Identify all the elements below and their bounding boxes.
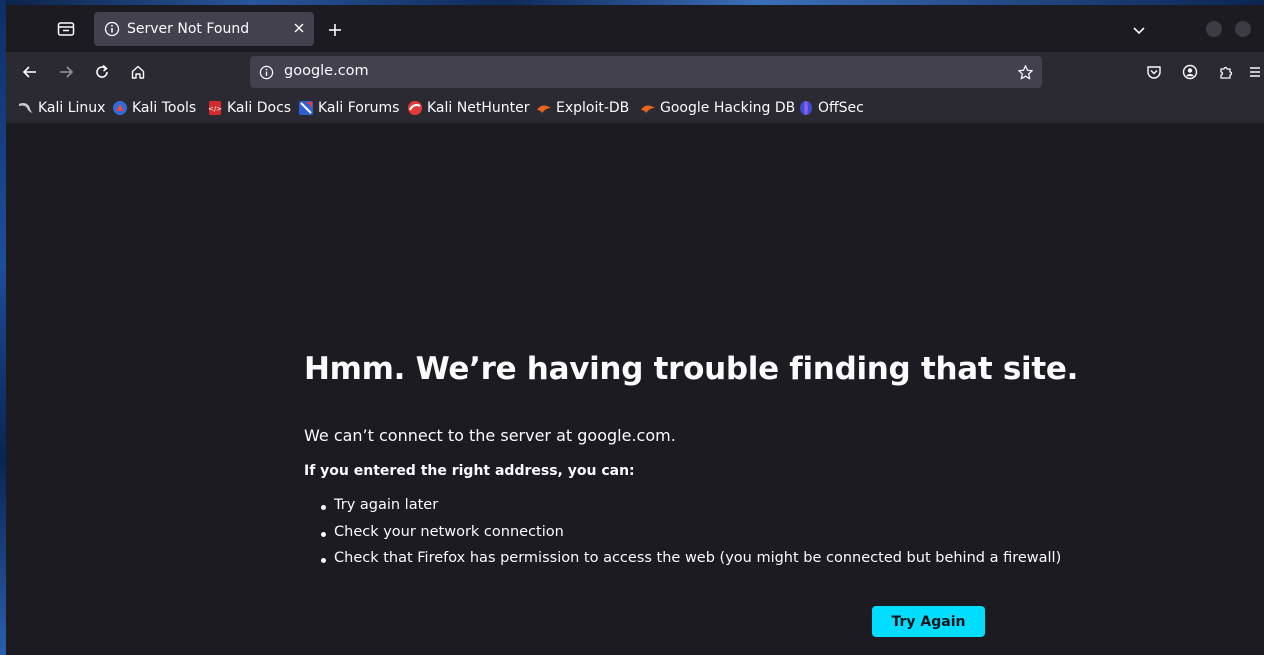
bookmark-kali-nethunter[interactable]: Kali NetHunter	[407, 99, 529, 117]
reload-icon	[96, 64, 108, 78]
address-bar[interactable]: google.com	[250, 56, 1042, 88]
bookmark-label: Kali Linux	[38, 100, 106, 116]
kali-tools-icon	[112, 100, 128, 116]
bookmark-kali-docs[interactable]: </> Kali Docs	[207, 99, 291, 117]
extensions-button[interactable]	[1214, 60, 1238, 84]
kali-docs-icon: </>	[207, 100, 223, 116]
pocket-icon	[1147, 66, 1161, 79]
browser-window: Server Not Found google.com Kali Linux K…	[6, 5, 1264, 655]
bookmark-label: Kali Docs	[227, 100, 292, 116]
firefox-view-button[interactable]	[54, 18, 78, 40]
puzzle-piece-icon	[1220, 66, 1233, 79]
bookmark-label: Kali NetHunter	[427, 100, 530, 116]
home-icon	[131, 65, 145, 79]
bookmark-kali-tools[interactable]: Kali Tools	[112, 99, 196, 117]
minimize-window-button[interactable]	[1206, 21, 1222, 37]
bookmark-label: Kali Forums	[318, 100, 400, 116]
bookmark-google-hacking-db[interactable]: Google Hacking DB	[640, 99, 795, 117]
list-item: Check your network connection	[304, 524, 1061, 551]
firefox-view-icon	[57, 22, 75, 36]
bookmark-label: Kali Tools	[132, 100, 197, 116]
navigation-toolbar: google.com	[6, 52, 1264, 92]
list-item: Try again later	[304, 497, 1061, 524]
maximize-window-button[interactable]	[1235, 21, 1251, 37]
bookmark-label: OffSec	[818, 100, 864, 116]
list-all-tabs-button[interactable]	[1130, 21, 1148, 39]
error-suggestions-heading: If you entered the right address, you ca…	[304, 463, 635, 479]
bookmark-label: Exploit-DB	[556, 100, 630, 116]
bookmarks-toolbar: Kali Linux Kali Tools </> Kali Docs Kali…	[6, 92, 1264, 124]
error-suggestions-list: Try again later Check your network conne…	[304, 497, 1061, 577]
error-page: Hmm. We’re having trouble finding that s…	[6, 123, 1264, 655]
forward-arrow-icon	[60, 66, 74, 78]
bookmark-exploit-db[interactable]: Exploit-DB	[536, 99, 629, 117]
plus-icon	[329, 24, 341, 36]
bookmark-kali-linux[interactable]: Kali Linux	[18, 99, 105, 117]
chevron-down-icon	[1133, 27, 1145, 35]
exploit-db-icon	[536, 100, 552, 116]
offsec-icon	[798, 100, 814, 116]
kali-dragon-icon	[18, 100, 34, 116]
svg-text:</>: </>	[208, 105, 222, 113]
error-title: Hmm. We’re having trouble finding that s…	[304, 351, 1079, 387]
nethunter-icon	[407, 100, 423, 116]
info-icon	[104, 21, 120, 37]
close-tab-icon[interactable]	[292, 21, 306, 35]
site-info-icon[interactable]	[258, 64, 274, 80]
account-button[interactable]	[1178, 60, 1202, 84]
new-tab-button[interactable]	[325, 20, 345, 40]
error-description: We can’t connect to the server at google…	[304, 426, 676, 445]
kali-forums-icon	[298, 100, 314, 116]
forward-button[interactable]	[54, 60, 78, 84]
reload-button[interactable]	[90, 60, 114, 84]
back-arrow-icon	[22, 66, 36, 78]
bookmark-offsec[interactable]: OffSec	[798, 99, 864, 117]
back-button[interactable]	[18, 60, 42, 84]
tab-server-not-found[interactable]: Server Not Found	[94, 12, 314, 46]
bookmark-label: Google Hacking DB	[660, 100, 796, 116]
try-again-button[interactable]: Try Again	[872, 606, 985, 637]
url-text[interactable]: google.com	[284, 63, 369, 79]
home-button[interactable]	[126, 60, 150, 84]
account-icon	[1182, 64, 1198, 80]
hamburger-menu-icon	[1250, 67, 1260, 77]
app-menu-button[interactable]	[1242, 60, 1264, 84]
bookmark-kali-forums[interactable]: Kali Forums	[298, 99, 399, 117]
bookmark-star-icon[interactable]	[1016, 63, 1034, 81]
pocket-button[interactable]	[1142, 60, 1166, 84]
tab-strip: Server Not Found	[6, 5, 1264, 52]
ghdb-icon	[640, 100, 656, 116]
tab-title: Server Not Found	[127, 21, 250, 37]
list-item: Check that Firefox has permission to acc…	[304, 550, 1061, 577]
